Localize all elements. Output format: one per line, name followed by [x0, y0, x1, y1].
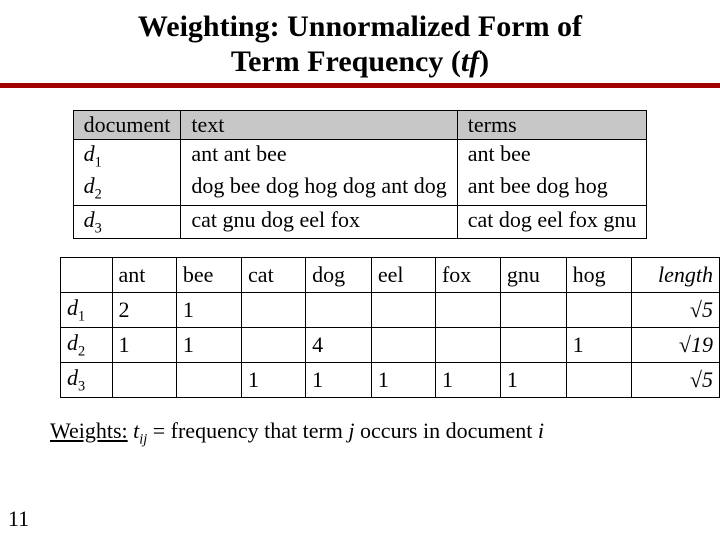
tf-d1-hog [566, 292, 632, 327]
tf-d2-sub: 2 [78, 343, 85, 359]
doc1-sub: 1 [95, 154, 102, 170]
doc2-sub: 2 [95, 187, 102, 203]
doc2-d: d [84, 173, 95, 198]
tf-d3-len: √5 [632, 362, 720, 397]
tf-d1-fox [435, 292, 500, 327]
tf-col-dog: dog [306, 257, 372, 292]
title-block: Weighting: Unnormalized Form of Term Fre… [0, 0, 720, 88]
doc-header-text: text [181, 111, 457, 140]
tf-corner [61, 257, 113, 292]
tf-row-d3: d3 1 1 1 1 1 √5 [61, 362, 720, 397]
title-line1: Weighting: Unnormalized Form of [138, 10, 582, 43]
tf-col-cat: cat [242, 257, 306, 292]
tf-d2-len: √19 [632, 327, 720, 362]
tf-col-ant: ant [112, 257, 176, 292]
tf-d2-bee: 1 [176, 327, 241, 362]
tf-d3-ant [112, 362, 176, 397]
tf-d1-gnu [500, 292, 566, 327]
title-line2a: Term Frequency ( [231, 45, 461, 78]
weights-definition: Weights: tij = frequency that term j occ… [50, 418, 720, 448]
doc3-sub: 3 [95, 220, 102, 236]
doc-header-terms: terms [457, 111, 647, 140]
tf-d2-cat [242, 327, 306, 362]
tf-d1-cat [242, 292, 306, 327]
doc-cell-d1: d1 [73, 140, 181, 173]
doc-cell-d2: d2 [73, 172, 181, 205]
doc3-d: d [84, 207, 95, 232]
weights-i: i [538, 418, 544, 443]
tf-d2-fox [435, 327, 500, 362]
tf-d3-fox: 1 [435, 362, 500, 397]
weights-rest2: occurs in document [355, 418, 538, 443]
tf-row-d2: d2 1 1 4 1 √19 [61, 327, 720, 362]
title-underline [0, 83, 720, 88]
tf-d1-ant: 2 [112, 292, 176, 327]
tf-d2-gnu [500, 327, 566, 362]
doc-cell-terms1: ant bee [457, 140, 647, 173]
tf-d3-dog: 1 [306, 362, 372, 397]
tf-d3-sub: 3 [78, 378, 85, 394]
tf-d3-hog [566, 362, 632, 397]
tf-col-gnu: gnu [500, 257, 566, 292]
tf-d2-ant: 1 [112, 327, 176, 362]
doc-cell-text2: dog bee dog hog dog ant dog [181, 172, 457, 205]
tf-matrix-table: ant bee cat dog eel fox gnu hog length d… [60, 257, 720, 398]
doc1-d: d [84, 141, 95, 166]
tf-d3-d: d [67, 365, 78, 390]
tf-col-eel: eel [371, 257, 435, 292]
doc-cell-text3: cat gnu dog eel fox [181, 205, 457, 238]
doc-cell-text1: ant ant bee [181, 140, 457, 173]
tf-col-bee: bee [176, 257, 241, 292]
weights-label: Weights: [50, 418, 128, 443]
tf-d2-d: d [67, 330, 78, 355]
tf-d3-bee [176, 362, 241, 397]
doc-header-document: document [73, 111, 181, 140]
tf-d2-dog: 4 [306, 327, 372, 362]
title-tf: tf [461, 45, 479, 78]
tf-d3-cat: 1 [242, 362, 306, 397]
tf-d1-len: √5 [632, 292, 720, 327]
tf-d1-bee: 1 [176, 292, 241, 327]
tf-col-hog: hog [566, 257, 632, 292]
documents-table: document text terms d1 ant ant bee ant b… [73, 110, 648, 239]
tf-col-length: length [632, 257, 720, 292]
weights-rest1: = frequency that term [147, 418, 348, 443]
tf-d1-sub: 1 [78, 308, 85, 324]
page-number: 11 [8, 506, 29, 532]
slide: Weighting: Unnormalized Form of Term Fre… [0, 0, 720, 540]
slide-title: Weighting: Unnormalized Form of Term Fre… [0, 10, 720, 79]
tf-col-fox: fox [435, 257, 500, 292]
tf-d3-gnu: 1 [500, 362, 566, 397]
tf-row-d1: d1 2 1 √5 [61, 292, 720, 327]
tf-d1-d: d [67, 295, 78, 320]
tf-d3-eel: 1 [371, 362, 435, 397]
doc-cell-terms3: cat dog eel fox gnu [457, 205, 647, 238]
doc-cell-terms2: ant bee dog hog [457, 172, 647, 205]
tf-d1-dog [306, 292, 372, 327]
title-close: ) [479, 45, 489, 78]
doc-cell-d3: d3 [73, 205, 181, 238]
tf-d2-hog: 1 [566, 327, 632, 362]
tf-d1-eel [371, 292, 435, 327]
tf-d2-eel [371, 327, 435, 362]
